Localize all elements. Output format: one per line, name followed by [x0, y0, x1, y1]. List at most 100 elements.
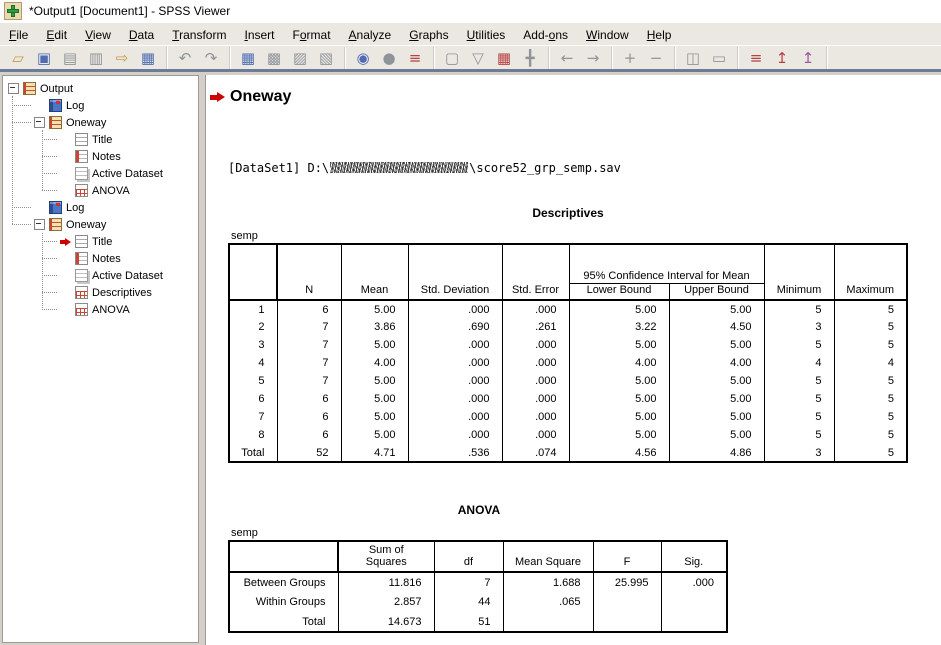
hide-icon: ▭ — [712, 51, 726, 66]
table-row: 865.00.000.0005.005.0055 — [229, 426, 907, 444]
table-cell: .000 — [408, 300, 502, 318]
table-cell: Within Groups — [229, 592, 338, 612]
value-labels-button[interactable]: ● — [377, 47, 401, 69]
collapse-button[interactable]: − — [644, 47, 668, 69]
insert-title-icon: ↥ — [776, 51, 789, 66]
insert-heading-button[interactable]: ≡ — [744, 47, 768, 69]
goto-output-button[interactable]: ▦ — [492, 47, 516, 69]
open-icon: ▱ — [12, 51, 24, 66]
toolbar-group: +− — [612, 47, 675, 69]
toolbar-group: ◉ ● ≡ — [345, 47, 434, 69]
insert-text-button[interactable]: ↥ — [796, 47, 820, 69]
table-cell: Total — [229, 612, 338, 632]
tree-slot — [32, 115, 47, 130]
toolbar-group: ↶↷ — [167, 47, 230, 69]
table-cell: 3 — [764, 444, 834, 462]
open-button[interactable]: ▱ — [6, 47, 30, 69]
table-cell: 3 — [229, 336, 277, 354]
tree-item-oneway-1[interactable]: Oneway — [3, 114, 198, 131]
tree-item-output[interactable]: Output — [3, 80, 198, 97]
tree-item-notes-1[interactable]: Notes — [3, 148, 198, 165]
goto-case-button[interactable]: ▩ — [262, 47, 286, 69]
select-last-output-button[interactable]: ≡ — [403, 47, 427, 69]
promote-button[interactable]: ← — [555, 47, 579, 69]
tree-item-label: Log — [66, 202, 84, 214]
demote-arrow-icon: → — [587, 51, 600, 66]
menu-addons[interactable]: Add-ons — [514, 25, 577, 45]
style-button[interactable]: ▽ — [466, 47, 490, 69]
export-button[interactable]: ⇨ — [110, 47, 134, 69]
hide-button[interactable]: ▭ — [707, 47, 731, 69]
value-labels-icon: ● — [382, 51, 395, 66]
tree-expander-icon[interactable] — [34, 117, 45, 128]
table-cell: 4.71 — [341, 444, 408, 462]
insert-title-button[interactable]: ↥ — [770, 47, 794, 69]
tree-item-notes-2[interactable]: Notes — [3, 250, 198, 267]
table-cell: 5.00 — [569, 336, 669, 354]
menu-data[interactable]: Data — [120, 25, 163, 45]
menu-analyze[interactable]: Analyze — [340, 25, 401, 45]
save-button[interactable]: ▣ — [32, 47, 56, 69]
use-sets-button[interactable]: ◉ — [351, 47, 375, 69]
expand-button[interactable]: + — [618, 47, 642, 69]
tree-slot — [58, 132, 73, 147]
menu-transform[interactable]: Transform — [163, 25, 235, 45]
menu-utilities[interactable]: Utilities — [458, 25, 515, 45]
variables-button[interactable]: ▨ — [288, 47, 312, 69]
demote-button[interactable]: → — [581, 47, 605, 69]
insert-break-icon: ╋ — [525, 51, 534, 66]
tree-item-active-dataset-1[interactable]: Active Dataset — [3, 165, 198, 182]
tree-item-anova-2[interactable]: ANOVA — [3, 301, 198, 318]
table-cell: 5 — [764, 426, 834, 444]
menu-help[interactable]: Help — [638, 25, 681, 45]
menu-file[interactable]: File — [0, 25, 37, 45]
tree-item-log-1[interactable]: Log — [3, 97, 198, 114]
table-cell: 4.50 — [669, 318, 764, 336]
table-cell: .000 — [502, 372, 569, 390]
table-cell: 5 — [764, 300, 834, 318]
recall-dialogs-button[interactable]: ▦ — [136, 47, 160, 69]
tree-item-title-2[interactable]: Title — [3, 233, 198, 250]
descriptives-table[interactable]: N Mean Std. Deviation Std. Error 95% Con… — [228, 243, 908, 463]
menu-format[interactable]: Format — [284, 25, 340, 45]
menu-window[interactable]: Window — [577, 25, 638, 45]
tree-item-active-dataset-2[interactable]: Active Dataset — [3, 267, 198, 284]
menu-graphs[interactable]: Graphs — [400, 25, 457, 45]
menu-edit[interactable]: Edit — [37, 25, 76, 45]
table-cell: 5 — [764, 390, 834, 408]
goto-data-button[interactable]: ▦ — [236, 47, 260, 69]
table-cell: 14.673 — [338, 612, 434, 632]
variable-info-button[interactable]: ▧ — [314, 47, 338, 69]
redo-button[interactable]: ↷ — [199, 47, 223, 69]
tree-item-descriptives[interactable]: Descriptives — [3, 284, 198, 301]
print-icon: ▤ — [63, 51, 77, 66]
menu-insert[interactable]: Insert — [235, 25, 283, 45]
tree-item-log-2[interactable]: Log — [3, 199, 198, 216]
undo-button[interactable]: ↶ — [173, 47, 197, 69]
tree-expander-icon[interactable] — [34, 219, 45, 230]
table-cell: 6 — [277, 300, 341, 318]
table-cell: 3 — [764, 318, 834, 336]
current-output-arrow-icon — [210, 92, 226, 103]
col-header-mean-square: Mean Square — [503, 541, 593, 572]
anova-table-icon — [75, 184, 88, 197]
tree-item-oneway-2[interactable]: Oneway — [3, 216, 198, 233]
print-preview-button[interactable]: ▥ — [84, 47, 108, 69]
notes-icon — [75, 150, 88, 163]
tree-slot — [58, 149, 73, 164]
menu-view[interactable]: View — [76, 25, 120, 45]
table-cell: 5.00 — [569, 300, 669, 318]
show-button[interactable]: ◫ — [681, 47, 705, 69]
descriptives-table-icon — [75, 286, 88, 299]
insert-break-button[interactable]: ╋ — [518, 47, 542, 69]
anova-table[interactable]: Sum of Squares df Mean Square F Sig. Bet… — [228, 540, 728, 633]
tree-item-anova-1[interactable]: ANOVA — [3, 182, 198, 199]
tree-item-title-1[interactable]: Title — [3, 131, 198, 148]
print-button[interactable]: ▤ — [58, 47, 82, 69]
table-cell: 4.00 — [341, 354, 408, 372]
designate-window-button[interactable]: ▢ — [440, 47, 464, 69]
table-row: 165.00.000.0005.005.0055 — [229, 300, 907, 318]
tree-expander-icon[interactable] — [8, 83, 19, 94]
save-icon: ▣ — [37, 51, 51, 66]
table-cell: .000 — [408, 426, 502, 444]
